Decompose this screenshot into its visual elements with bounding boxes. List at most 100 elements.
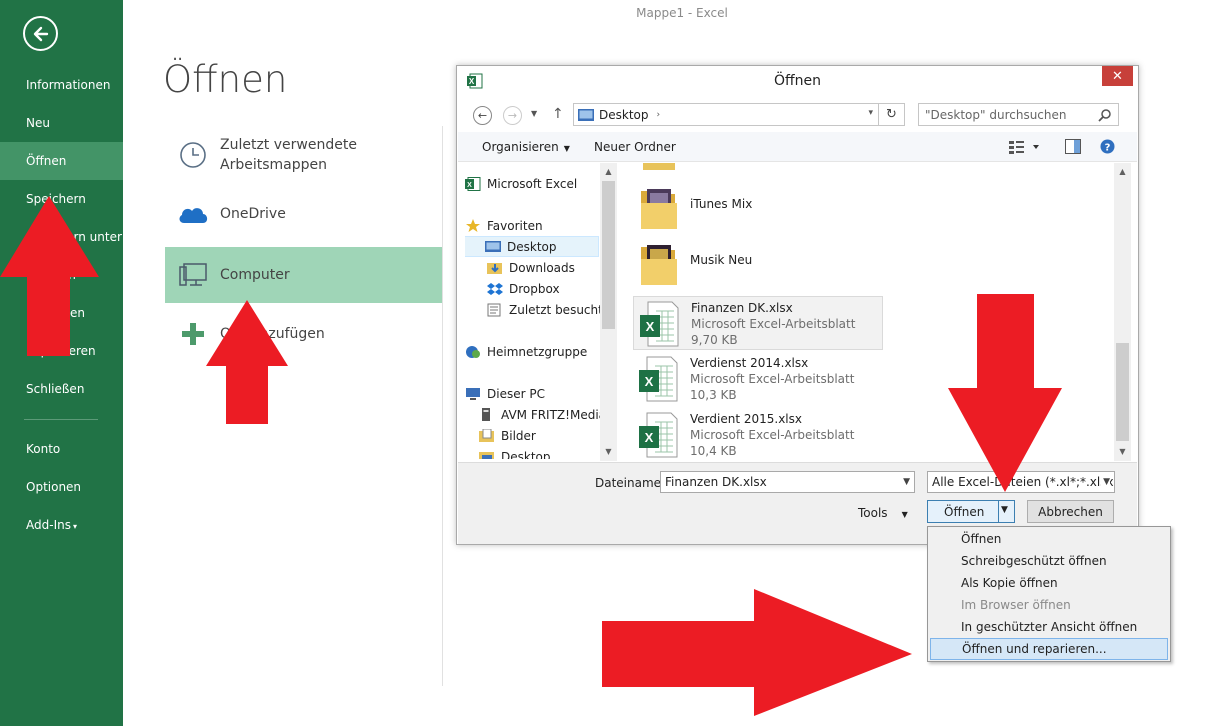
open-button[interactable]: Öffnen ▼ xyxy=(927,500,1015,523)
nav-konto[interactable]: Konto xyxy=(0,430,123,468)
scroll-down-icon[interactable]: ▼ xyxy=(1114,443,1131,460)
file-kind: Microsoft Excel-Arbeitsblatt xyxy=(691,317,856,331)
nav-speichern-unter[interactable]: Speichern unter xyxy=(0,218,123,256)
up-arrow-icon[interactable]: ↑ xyxy=(552,106,564,122)
folder-musik-neu[interactable]: Musik Neu xyxy=(633,237,883,291)
tree-item-desktop-pc[interactable]: Desktop xyxy=(465,446,601,459)
organize-button[interactable]: Organisieren ▼ xyxy=(482,140,570,154)
file-type-filter[interactable]: Alle Excel-Dateien (*.xl*;*.xlsx;*.xlsm;… xyxy=(927,471,1115,493)
folder-icon xyxy=(641,245,677,285)
place-onedrive[interactable]: OneDrive xyxy=(165,186,442,242)
pc-icon xyxy=(466,387,480,400)
nav-informationen[interactable]: Informationen xyxy=(0,66,123,104)
dropbox-icon xyxy=(487,282,503,295)
nav-optionen[interactable]: Optionen xyxy=(0,468,123,506)
place-recent-line2: Arbeitsmappen xyxy=(220,157,327,173)
nav-neu[interactable]: Neu xyxy=(0,104,123,142)
preview-pane-icon[interactable] xyxy=(1065,139,1081,154)
tree-item-downloads[interactable]: Downloads xyxy=(465,257,601,278)
tree-item-dropbox[interactable]: Dropbox xyxy=(465,278,601,299)
open-options-arrow-icon[interactable]: ▼ xyxy=(1001,505,1008,515)
place-add-location[interactable]: Ort hinzufügen xyxy=(165,306,442,362)
search-input[interactable]: "Desktop" durchsuchen xyxy=(918,103,1119,126)
desktop-folder-icon xyxy=(578,108,594,121)
new-folder-button[interactable]: Neuer Ordner xyxy=(594,140,676,154)
split-divider xyxy=(998,501,999,522)
cloud-icon xyxy=(179,208,207,223)
place-computer[interactable]: Computer xyxy=(165,247,442,303)
address-dropdown-icon[interactable]: ▾ xyxy=(868,108,873,118)
chevron-down-icon[interactable]: ▼ xyxy=(903,477,910,487)
refresh-icon: ↻ xyxy=(886,107,897,122)
file-scrollbar[interactable]: ▲ ▼ xyxy=(1114,163,1131,461)
tree-item-label: Microsoft Excel xyxy=(487,176,578,191)
folder-partial[interactable] xyxy=(633,163,883,178)
nav-speichern[interactable]: Speichern xyxy=(0,180,123,218)
file-verdient-2015[interactable]: X Verdient 2015.xlsx Microsoft Excel-Arb… xyxy=(633,408,883,461)
breadcrumb-chevron-icon[interactable]: › xyxy=(657,110,661,120)
filename-value: Finanzen DK.xlsx xyxy=(665,475,767,489)
file-size: 10,3 KB xyxy=(690,388,737,402)
excel-file-icon: X xyxy=(640,301,679,347)
clock-icon xyxy=(179,142,206,168)
back-button[interactable] xyxy=(23,16,58,51)
forward-nav-button[interactable]: → xyxy=(503,106,522,125)
organize-caret-icon: ▼ xyxy=(563,144,570,153)
filename-input[interactable]: Finanzen DK.xlsx ▼ xyxy=(660,471,915,493)
view-options-icon[interactable] xyxy=(1009,140,1039,154)
excel-backstage: Informationen Neu Öffnen Speichern Speic… xyxy=(0,0,1206,726)
tree-item-label: Dropbox xyxy=(509,281,560,296)
file-verdienst-2014[interactable]: X Verdienst 2014.xlsx Microsoft Excel-Ar… xyxy=(633,352,883,406)
arrow-left-icon: ← xyxy=(477,109,488,122)
nav-schliessen[interactable]: Schließen xyxy=(0,370,123,408)
red-arrow-right-repair xyxy=(602,589,912,716)
close-button[interactable]: ✕ xyxy=(1102,66,1133,86)
page-title: Öffnen xyxy=(163,58,288,101)
recent-locations-icon[interactable]: ▼ xyxy=(531,109,537,118)
refresh-button[interactable]: ↻ xyxy=(879,103,905,126)
tree-scrollbar[interactable]: ▲ ▼ xyxy=(600,163,617,461)
nav-add-ins[interactable]: Add-Ins ▾ xyxy=(0,506,123,544)
tree-item-label: Desktop xyxy=(501,449,551,460)
tree-item-homegroup[interactable]: Heimnetzgruppe xyxy=(465,341,601,362)
scroll-up-icon[interactable]: ▲ xyxy=(600,163,617,180)
help-icon[interactable]: ? xyxy=(1100,139,1115,154)
place-recent-workbooks[interactable]: Zuletzt verwendete Arbeitsmappen xyxy=(165,126,442,184)
tree-item-desktop[interactable]: Desktop xyxy=(465,236,599,257)
folder-icon xyxy=(643,163,675,170)
back-nav-button[interactable]: ← xyxy=(473,106,492,125)
scroll-up-icon[interactable]: ▲ xyxy=(1114,163,1131,180)
tree-item-recent[interactable]: Zuletzt besucht xyxy=(465,299,601,320)
chevron-down-icon[interactable]: ▼ xyxy=(1101,477,1110,487)
nav-exportieren[interactable]: Exportieren xyxy=(0,332,123,370)
tree-item-media-server[interactable]: AVM FRITZ!Mediaserver xyxy=(465,404,601,425)
file-finanzen-dk[interactable]: X Finanzen DK.xlsx Microsoft Excel-Arbei… xyxy=(633,296,883,350)
nav-oeffnen[interactable]: Öffnen xyxy=(0,142,123,180)
folder-icon xyxy=(641,189,677,229)
menu-item-open[interactable]: Öffnen xyxy=(930,528,1168,550)
tree-item-bilder[interactable]: Bilder xyxy=(465,425,601,446)
desktop-icon xyxy=(479,451,494,459)
dialog-titlebar: X Öffnen ✕ xyxy=(457,66,1138,96)
scroll-down-icon[interactable]: ▼ xyxy=(600,443,617,460)
tree-item-pc[interactable]: Dieser PC xyxy=(465,383,601,404)
nav-freigeben[interactable]: Freigeben xyxy=(0,294,123,332)
menu-item-open-as-copy[interactable]: Als Kopie öffnen xyxy=(930,572,1168,594)
menu-item-open-read-only[interactable]: Schreibgeschützt öffnen xyxy=(930,550,1168,572)
tools-button[interactable]: Tools ▼ xyxy=(858,506,908,520)
menu-item-open-protected-view[interactable]: In geschützter Ansicht öffnen xyxy=(930,616,1168,638)
tree-item-favoriten[interactable]: Favoriten xyxy=(465,215,601,236)
folder-itunes-mix[interactable]: iTunes Mix xyxy=(633,181,883,235)
tree-scroll-thumb[interactable] xyxy=(602,181,615,329)
add-ins-label: Add-Ins xyxy=(26,518,71,532)
nav-drucken[interactable]: Drucken xyxy=(0,256,123,294)
file-scroll-thumb[interactable] xyxy=(1116,343,1129,441)
svg-text:X: X xyxy=(645,430,654,445)
cancel-button[interactable]: Abbrechen xyxy=(1027,500,1114,523)
file-size: 10,4 KB xyxy=(690,444,737,458)
tree-item-excel[interactable]: X Microsoft Excel xyxy=(465,173,601,194)
homegroup-icon xyxy=(466,345,480,358)
star-icon xyxy=(466,218,480,232)
address-bar[interactable]: Desktop › ▾ xyxy=(573,103,879,126)
menu-item-open-and-repair[interactable]: Öffnen und reparieren... xyxy=(930,638,1168,660)
